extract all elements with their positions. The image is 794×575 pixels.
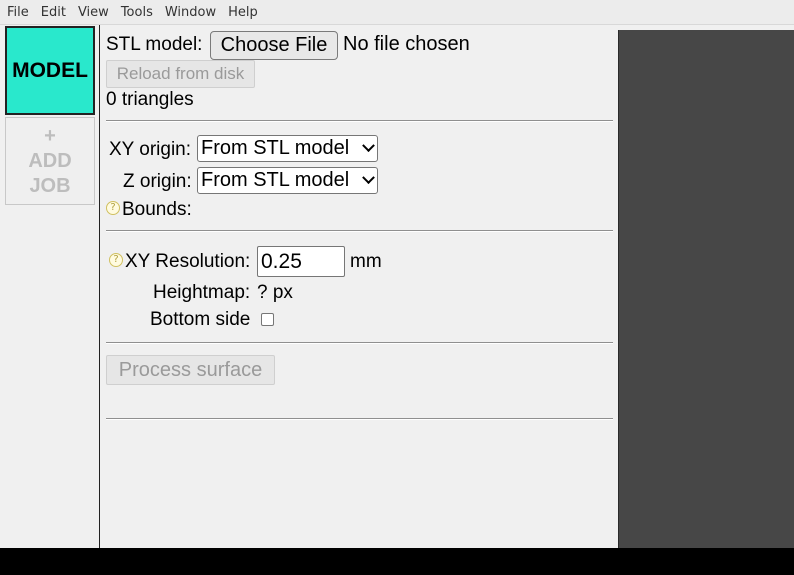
heightmap-label: Heightmap: [153,282,251,303]
xy-resolution-label: XY Resolution: [125,251,251,272]
3d-viewport[interactable] [618,30,794,548]
menu-edit[interactable]: Edit [36,0,73,25]
add-job-label-line2: JOB [29,174,71,197]
tab-model[interactable]: MODEL [5,26,95,115]
z-origin-select[interactable]: From STL model [197,167,378,194]
divider [106,342,613,344]
menu-window[interactable]: Window [160,0,223,25]
heightmap-value: ? px [257,282,293,303]
chevron-down-icon [362,139,375,153]
chevron-down-icon [362,171,375,185]
help-icon[interactable]: ? [109,253,123,267]
menu-bar: File Edit View Tools Window Help [0,0,794,25]
choose-file-button[interactable]: Choose File [210,31,338,60]
add-job-button[interactable]: + ADD JOB [5,117,95,205]
xy-origin-value: From STL model [201,137,350,159]
bottom-side-label: Bottom side [150,309,251,330]
divider [106,418,613,420]
model-panel: STL model: Choose File No file chosen Re… [101,25,618,548]
bounds-label: Bounds: [122,199,192,220]
reload-from-disk-button[interactable]: Reload from disk [106,60,255,88]
menu-file[interactable]: File [2,0,36,25]
add-job-plus-icon: + [44,124,56,147]
triangle-count: 0 triangles [106,89,194,110]
app-window: MODEL + ADD JOB STL model: Choose File N… [0,25,794,548]
menu-view[interactable]: View [73,0,116,25]
help-icon[interactable]: ? [106,201,120,215]
stl-model-label: STL model: [106,34,203,55]
sidebar: MODEL + ADD JOB [0,25,100,548]
divider [106,230,613,232]
menu-tools[interactable]: Tools [116,0,160,25]
z-origin-value: From STL model [201,169,350,191]
xy-resolution-unit: mm [350,251,382,272]
file-chosen-status: No file chosen [343,33,470,55]
menu-help[interactable]: Help [223,0,265,25]
xy-origin-select[interactable]: From STL model [197,135,378,162]
bottom-side-checkbox[interactable] [261,313,274,326]
process-surface-button[interactable]: Process surface [106,355,275,385]
z-origin-label: Z origin: [123,171,192,192]
divider [106,120,613,122]
xy-origin-label: XY origin: [109,139,192,160]
xy-resolution-input[interactable]: 0.25 [257,246,345,277]
add-job-label-line1: ADD [28,149,72,172]
